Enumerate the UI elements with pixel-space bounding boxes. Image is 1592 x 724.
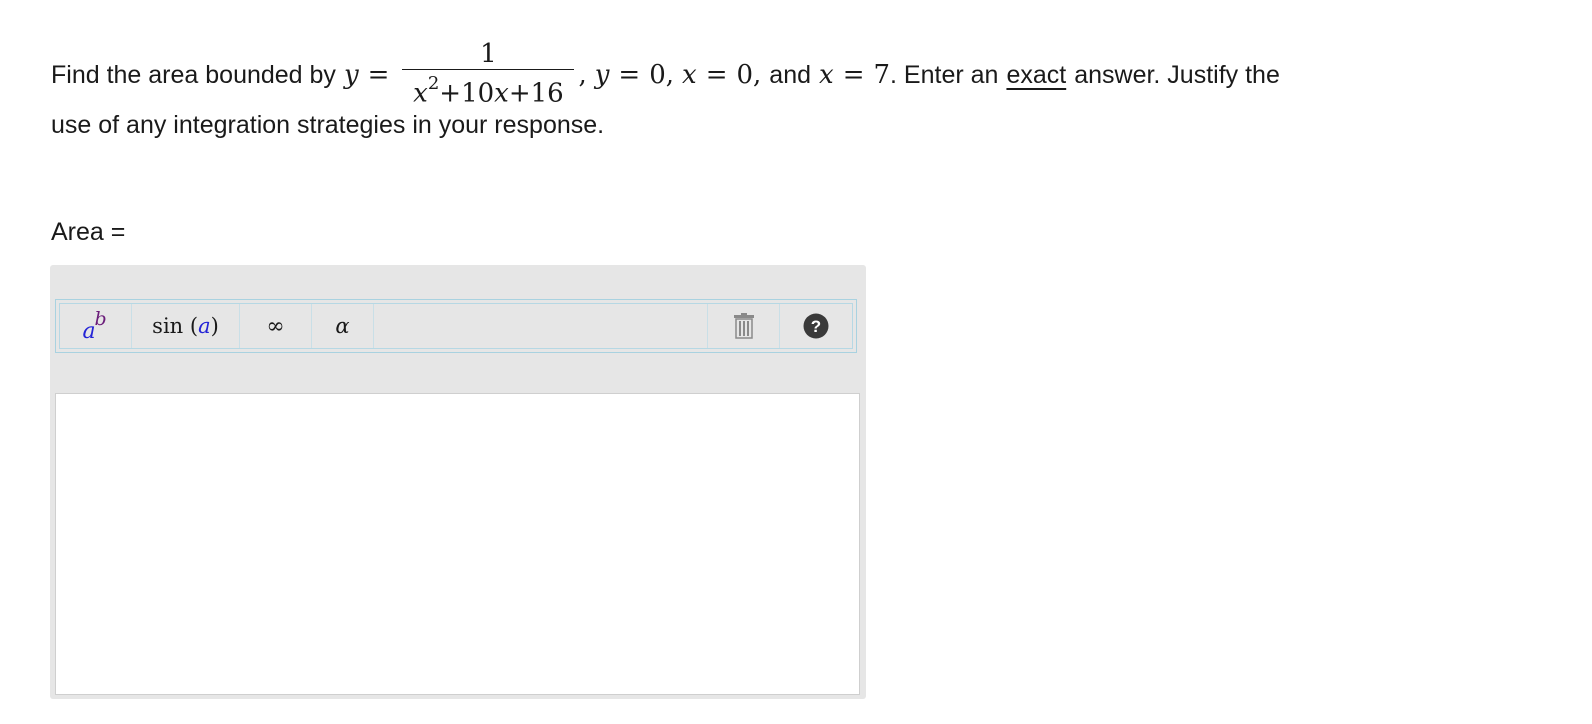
and-text: and xyxy=(769,61,812,89)
fraction: 1 x2+10x+16 xyxy=(402,39,575,111)
fraction-numerator: 1 xyxy=(480,39,497,70)
help-button[interactable]: ? xyxy=(780,304,852,348)
cond3-var: x xyxy=(819,60,834,90)
exact-emphasis: exact xyxy=(1006,61,1067,89)
answer-input[interactable] xyxy=(55,393,860,695)
question-lead: Find the area bounded by xyxy=(51,61,336,89)
svg-text:?: ? xyxy=(811,317,821,336)
math-editor: a b sin (a) ∞ α ? xyxy=(50,265,866,699)
power-button[interactable]: a b xyxy=(60,304,132,348)
math-equals: = xyxy=(367,60,390,90)
cond3-val: 7 xyxy=(873,60,891,90)
fraction-denominator: x2+10x+16 xyxy=(413,73,564,109)
question-text: Find the area bounded by y = 1 x2+10x+16… xyxy=(51,39,1531,140)
function-button[interactable]: sin (a) xyxy=(132,304,240,348)
rest-line1: answer. Justify the xyxy=(1074,61,1280,89)
clear-button[interactable] xyxy=(708,304,780,348)
help-icon: ? xyxy=(803,313,829,339)
area-label: Area = xyxy=(51,218,126,246)
cond2-var: x xyxy=(682,60,697,90)
after-cond-text: . Enter an xyxy=(890,61,999,89)
alpha-icon: α xyxy=(335,314,350,338)
question-line-2: use of any integration strategies in you… xyxy=(51,111,605,139)
infinity-button[interactable]: ∞ xyxy=(240,304,312,348)
math-y: y xyxy=(343,60,359,90)
infinity-icon: ∞ xyxy=(266,313,285,339)
trash-icon xyxy=(733,313,754,339)
toolbar-spacer xyxy=(374,304,708,348)
power-icon: a b xyxy=(82,308,107,344)
question-line-1: Find the area bounded by y = 1 x2+10x+16… xyxy=(51,39,1280,111)
cond2-val: 0, xyxy=(736,60,762,90)
greek-button[interactable]: α xyxy=(312,304,374,348)
editor-toolbar: a b sin (a) ∞ α ? xyxy=(55,299,857,353)
sin-icon: sin (a) xyxy=(152,314,219,338)
cond1-val: 0, xyxy=(649,60,675,90)
cond1-var: y xyxy=(594,60,610,90)
math-comma: , xyxy=(578,60,587,90)
